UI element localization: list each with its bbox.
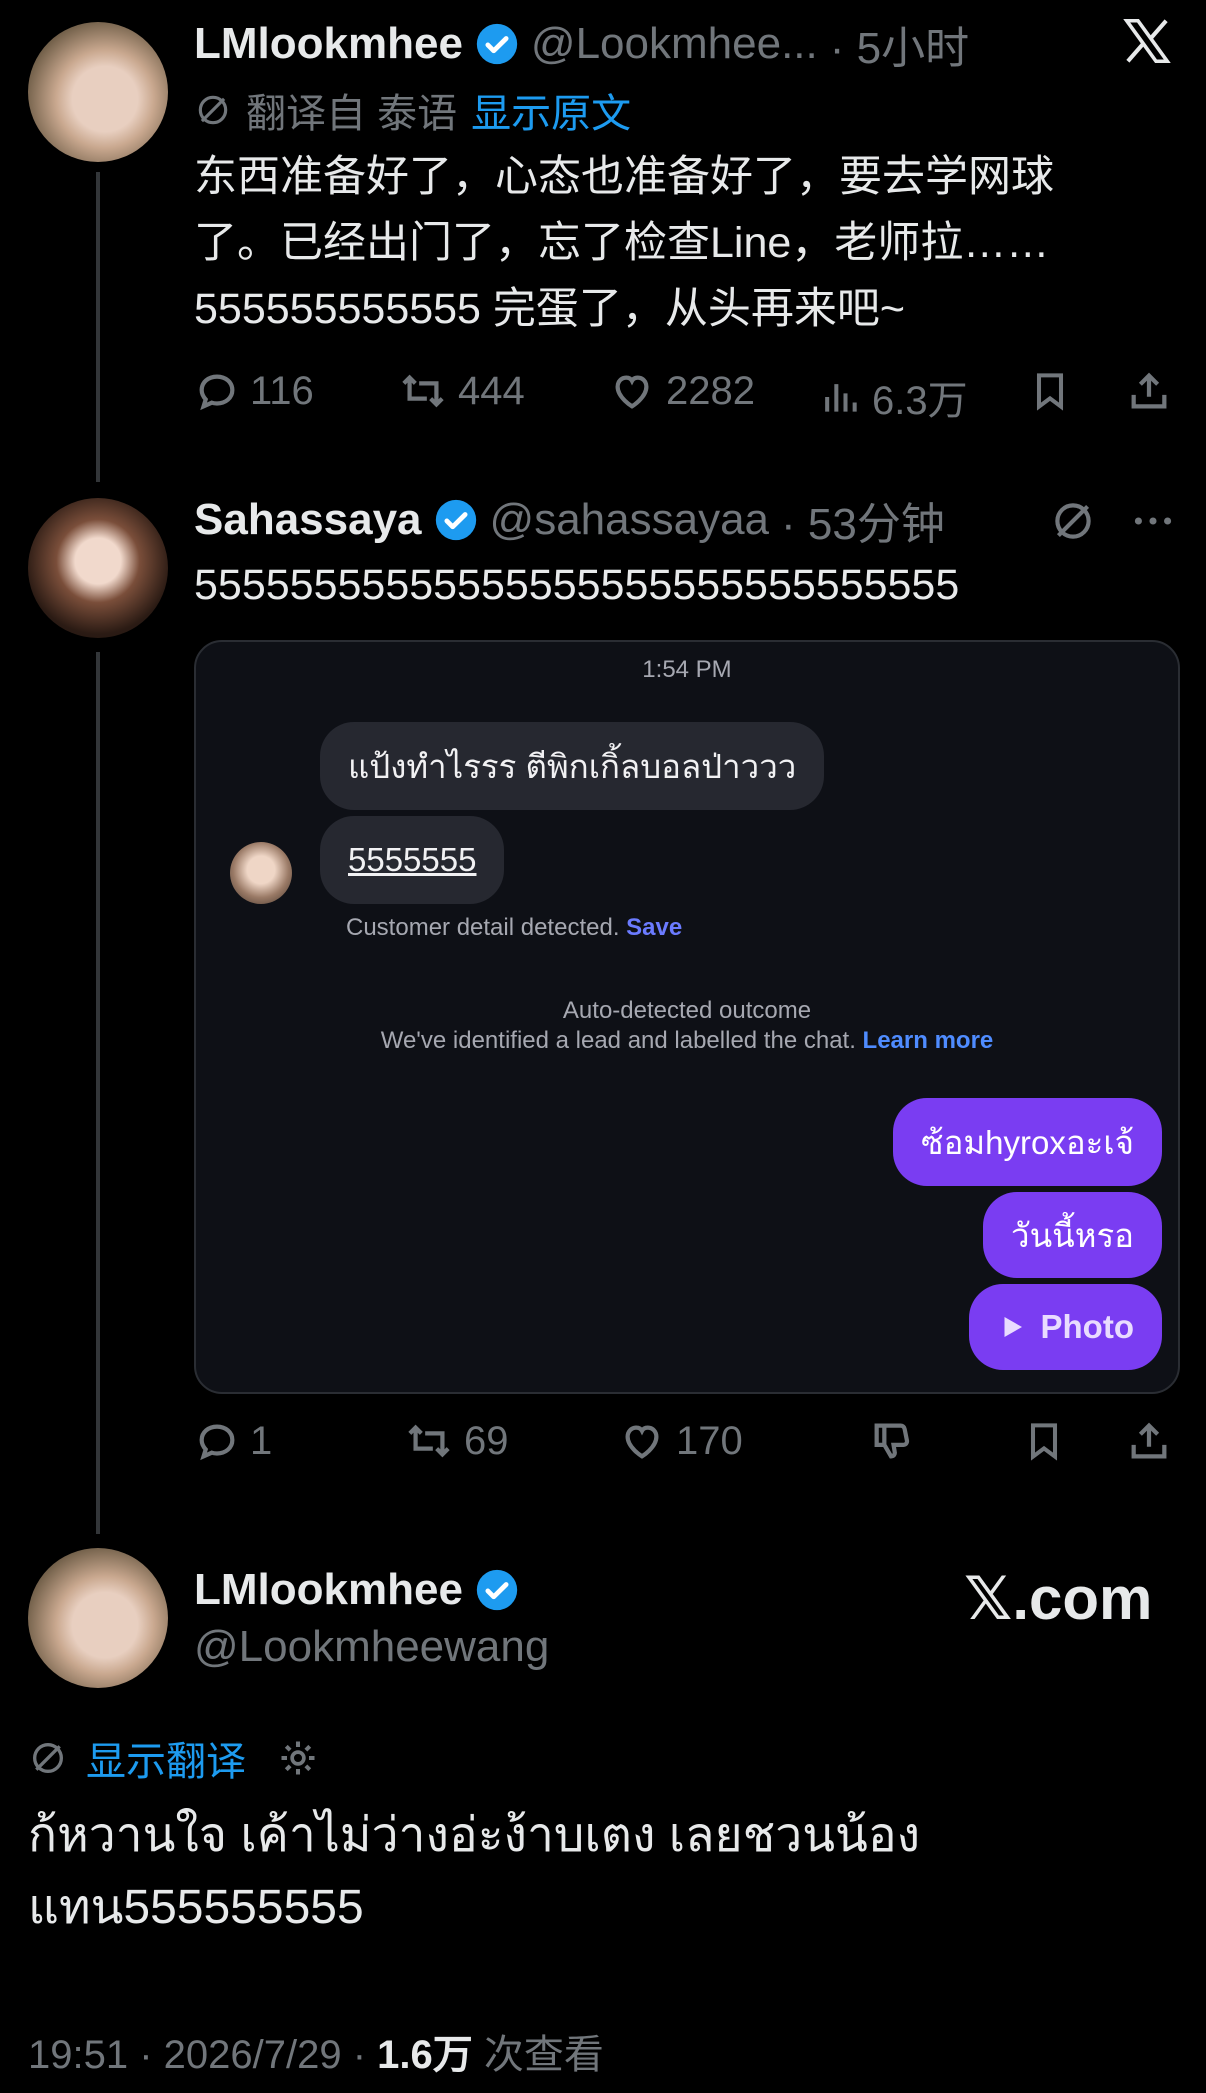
reply-icon (199, 374, 235, 411)
tweet3-line: แทน555555555 (28, 1881, 364, 1934)
translation-row: 翻译自 泰语 显示原文 (194, 82, 631, 138)
bookmark-button[interactable] (1022, 1418, 1066, 1464)
bookmark-button[interactable] (1028, 368, 1072, 414)
retweet-button[interactable]: 444 (398, 368, 525, 414)
tweet-time[interactable]: · 53分钟 (781, 488, 945, 552)
detected-text: Customer detail detected. (346, 914, 620, 941)
verified-badge-icon (476, 23, 518, 65)
tweet1-line: 555555555555 完蛋了，从头再来吧~ (194, 285, 906, 333)
reply-icon (199, 1424, 235, 1461)
display-name[interactable]: LMlookmhee (194, 1565, 463, 1615)
tweet3-text: ก้หวานใจ เค้าไม่ว่างอ่ะง้าบเตง เลยชวนน้อ… (28, 1800, 920, 1944)
retweet-button[interactable]: 69 (404, 1418, 509, 1464)
translated-from-label: 翻译自 泰语 (246, 92, 458, 136)
settings-gear-icon[interactable] (276, 1736, 320, 1780)
chat-bubble-outgoing: วันนี้หรอ (983, 1192, 1162, 1278)
retweet-icon (408, 1424, 450, 1458)
chat-message-text: 5555555 (348, 841, 477, 878)
play-icon (1004, 1317, 1022, 1337)
translation-row: 显示翻译 (28, 1730, 320, 1786)
like-button[interactable]: 2282 (608, 368, 755, 414)
tweet3-line: ก้หวานใจ เค้าไม่ว่างอ่ะง้าบเตง เลยชวนน้อ… (28, 1809, 921, 1862)
avatar[interactable] (28, 498, 168, 638)
user-handle[interactable]: @sahassayaa (490, 495, 770, 545)
user-handle[interactable]: @Lookmheewang (194, 1622, 549, 1672)
display-name[interactable]: Sahassaya (194, 495, 422, 545)
thread-line-middle (96, 652, 100, 1534)
tweet3-header: LMlookmhee (194, 1560, 519, 1620)
bookmark-icon (1030, 1423, 1058, 1461)
show-original-link[interactable]: 显示原文 (471, 81, 631, 139)
share-icon (1131, 1422, 1167, 1459)
thread-line-top (96, 172, 100, 482)
retweet-count: 444 (458, 368, 525, 413)
tweet1-header: LMlookmhee @Lookmhee... · 5小时 (194, 14, 969, 74)
chat-timestamp: 1:54 PM (642, 656, 732, 683)
tweet1-text: 东西准备好了，心态也准备好了，要去学网球 了。已经出门了，忘了检查Line，老师… (194, 144, 1174, 342)
outcome-text: We've identified a lead and labelled the… (380, 1027, 856, 1054)
views-chart-icon (825, 384, 857, 412)
translate-off-icon (198, 95, 228, 125)
views-count: 1.6万 (377, 2033, 473, 2077)
chat-avatar (230, 842, 292, 904)
views-count: 6.3万 (872, 379, 968, 423)
views-label: 次查看 (472, 2033, 604, 2077)
user-handle[interactable]: @Lookmhee... (531, 19, 818, 69)
like-count: 170 (676, 1418, 743, 1463)
save-link[interactable]: Save (626, 914, 682, 941)
tweet1-line: 了。已经出门了，忘了检查Line，老师拉…… (194, 219, 1050, 267)
thumbs-down-icon (874, 1423, 910, 1459)
detected-notice: Customer detail detected. Save (346, 914, 682, 942)
chat-message-text: วันนี้หรอ (1011, 1216, 1134, 1254)
like-button[interactable]: 170 (618, 1418, 743, 1464)
learn-more-link[interactable]: Learn more (863, 1027, 994, 1054)
reply-count: 116 (250, 368, 314, 413)
like-count: 2282 (666, 368, 755, 413)
share-button[interactable] (1126, 1418, 1172, 1464)
chat-screenshot-image[interactable]: 1:54 PM แป้งทำไรรร ตีพิกเกิ้ลบอลป่าววว 5… (194, 640, 1180, 1394)
tweet1-line: 东西准备好了，心态也准备好了，要去学网球 (194, 153, 1054, 201)
retweet-count: 69 (464, 1418, 509, 1463)
more-options-icon[interactable] (1128, 496, 1178, 546)
x-com-watermark: 𝕏.com (964, 1565, 1153, 1632)
heart-icon (625, 1425, 659, 1459)
dislike-button[interactable] (868, 1418, 916, 1464)
reply-button[interactable]: 116 (194, 368, 314, 414)
chat-message-text: ซ้อมhyroxอะเจ้ (921, 1123, 1134, 1161)
chat-bubble-photo: Photo (968, 1284, 1162, 1370)
outcome-title: Auto-detected outcome (562, 997, 812, 1024)
tweet2-header: Sahassaya @sahassayaa · 53分钟 (194, 490, 945, 550)
chat-message-text: Photo (1040, 1308, 1134, 1345)
verified-badge-icon (476, 1569, 518, 1611)
x-logo-icon (1120, 14, 1174, 68)
chat-message-text: แป้งทำไรรร ตีพิกเกิ้ลบอลป่าววว (348, 747, 797, 785)
chat-bubble-outgoing: ซ้อมhyroxอะเจ้ (893, 1098, 1162, 1186)
chat-bubble-incoming: แป้งทำไรรร ตีพิกเกิ้ลบอลป่าววว (320, 722, 825, 810)
tweet-time[interactable]: · 5小时 (830, 12, 969, 76)
chat-bubble-incoming: 5555555 (320, 816, 505, 904)
reply-button[interactable]: 1 (194, 1418, 272, 1464)
show-translation-link[interactable]: 显示翻译 (86, 1729, 246, 1787)
avatar[interactable] (28, 1548, 168, 1688)
verified-badge-icon (435, 499, 476, 541)
outcome-notice: Auto-detected outcome We've identified a… (196, 996, 1178, 1056)
share-icon (1131, 372, 1167, 409)
reply-count: 1 (250, 1418, 273, 1463)
timestamp[interactable]: 19:51 · 2026/7/29 · (28, 2033, 377, 2077)
heart-icon (615, 375, 649, 409)
retweet-icon (402, 374, 444, 408)
translate-off-icon[interactable] (1048, 496, 1098, 546)
translate-off-icon (33, 1743, 63, 1773)
share-button[interactable] (1126, 368, 1172, 414)
views-button[interactable]: 6.3万 (818, 368, 968, 426)
tweet2-text: 55555555555555555555555555555555 (194, 561, 960, 609)
tweet-meta: 19:51 · 2026/7/29 · 1.6万 次查看 (28, 2022, 604, 2080)
bookmark-icon (1036, 373, 1064, 411)
outcome-text-row: We've identified a lead and labelled the… (196, 1026, 1178, 1056)
avatar[interactable] (28, 22, 168, 162)
display-name[interactable]: LMlookmhee (194, 19, 463, 69)
